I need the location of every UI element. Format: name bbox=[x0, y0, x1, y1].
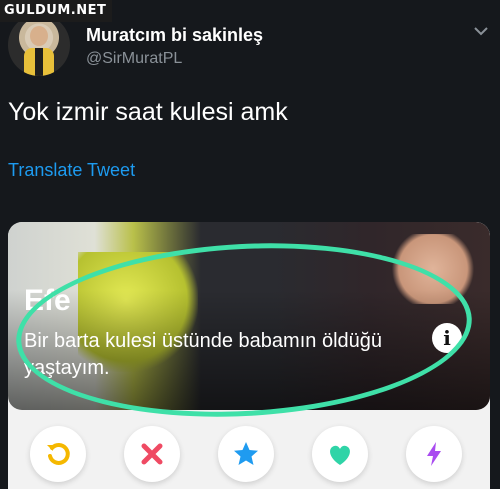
handle[interactable]: @SirMuratPL bbox=[86, 50, 182, 68]
rewind-button[interactable] bbox=[30, 426, 86, 482]
display-name[interactable]: Muratcım bi sakinleş bbox=[86, 25, 263, 46]
lightning-icon bbox=[427, 442, 441, 466]
avatar-head bbox=[30, 26, 48, 46]
action-bar bbox=[8, 420, 490, 489]
heart-icon bbox=[330, 445, 350, 465]
star-icon bbox=[234, 442, 258, 465]
tweet-text: Yok izmir saat kulesi amk bbox=[8, 98, 288, 126]
watermark: GULDUM.NET bbox=[0, 0, 113, 22]
boost-button[interactable] bbox=[406, 426, 462, 482]
rewind-icon bbox=[47, 442, 70, 465]
super-like-button[interactable] bbox=[218, 426, 274, 482]
avatar-body bbox=[24, 48, 54, 76]
chevron-down-icon[interactable] bbox=[474, 26, 488, 36]
nope-button[interactable] bbox=[124, 426, 180, 482]
avatar[interactable] bbox=[8, 14, 70, 76]
x-icon bbox=[141, 443, 163, 465]
translate-tweet-link[interactable]: Translate Tweet bbox=[8, 160, 135, 181]
like-button[interactable] bbox=[312, 426, 368, 482]
